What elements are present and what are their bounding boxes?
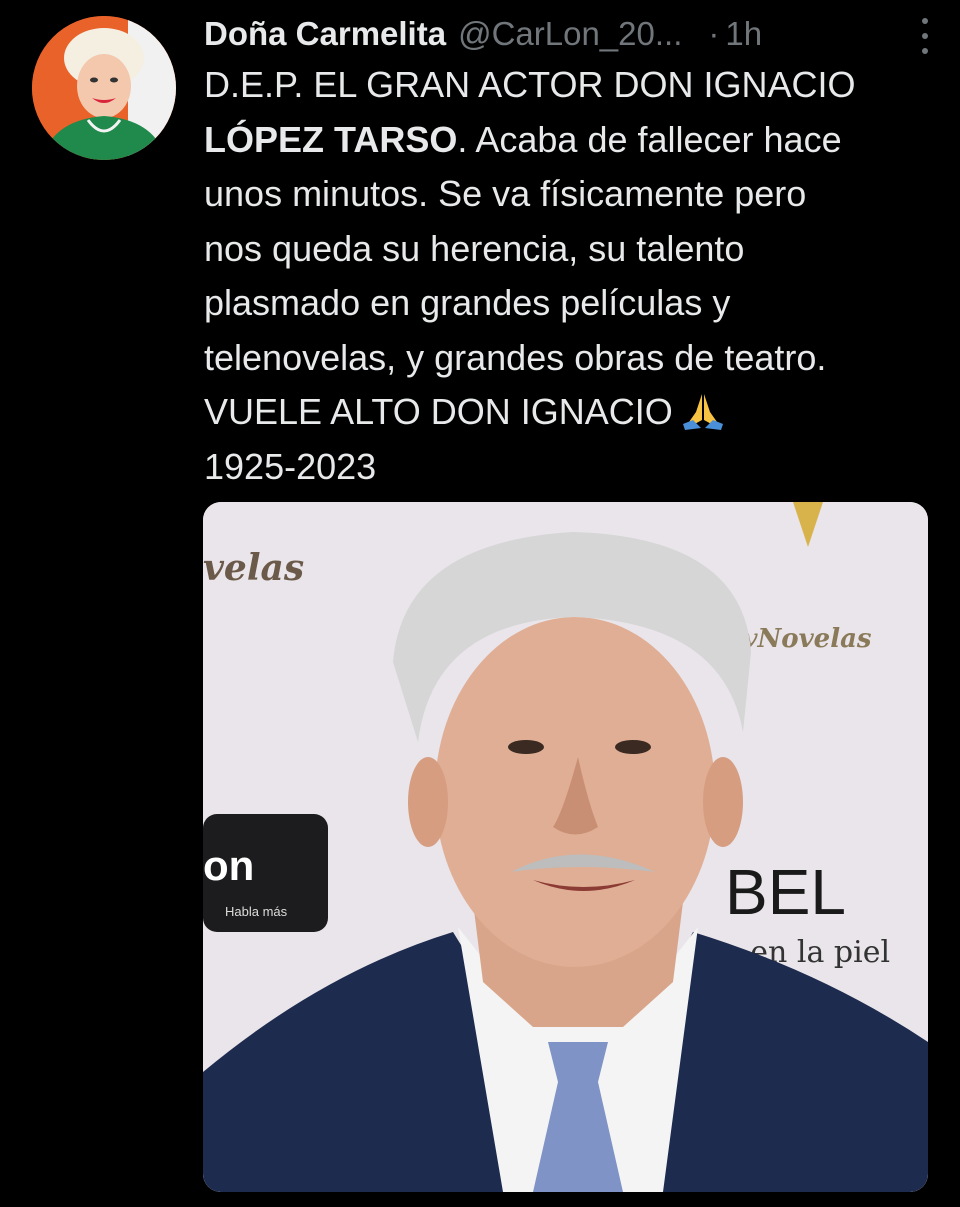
tweet-line: plasmado en grandes películas y [204,282,731,323]
tweet-line: 1925-2023 [204,445,377,487]
tweet-media-photo[interactable]: velas TvNovelas on Habla más BEL veo en … [203,502,928,1192]
author-handle[interactable]: @CarLon_20... [458,15,682,53]
tweet-line: unos minutos. Se va físicamente pero [204,173,807,214]
more-dot [922,33,928,39]
author-display-name[interactable]: Doña Carmelita [204,15,446,53]
tweet-line: VUELE ALTO DON IGNACIO [204,385,944,440]
sponsor-logo-text: on [203,842,254,889]
sponsor-logo-sub: Habla más [225,904,288,919]
profile-avatar[interactable] [32,16,176,160]
tweet-line: D.E.P. EL GRAN ACTOR DON IGNACIO [204,64,856,105]
tweet-line-text: VUELE ALTO DON IGNACIO [204,391,673,432]
brand-logo-text: BEL [725,856,846,928]
more-dot [922,18,928,24]
tweet-line: LÓPEZ TARSO. Acaba de fallecer hace [204,113,944,168]
tweet-line: nos queda su herencia, su talento [204,227,745,269]
tweet-header: Doña Carmelita @CarLon_20... · 1h [204,10,940,58]
more-options-icon[interactable] [910,18,940,54]
folded-hands-icon [681,390,725,430]
more-dot [922,48,928,54]
tweet-text: D.E.P. EL GRAN ACTOR DON IGNACIO LÓPEZ T… [204,58,944,494]
tweet-timestamp[interactable]: 1h [725,15,762,53]
tweet-bold-name: LÓPEZ TARSO [204,118,458,160]
backdrop-logo-left: velas [203,547,304,589]
tweet-line: telenovelas, y grandes obras de teatro. [204,336,827,378]
tweet-line-rest: . Acaba de fallecer hace [457,118,842,160]
separator-dot: · [708,15,720,52]
